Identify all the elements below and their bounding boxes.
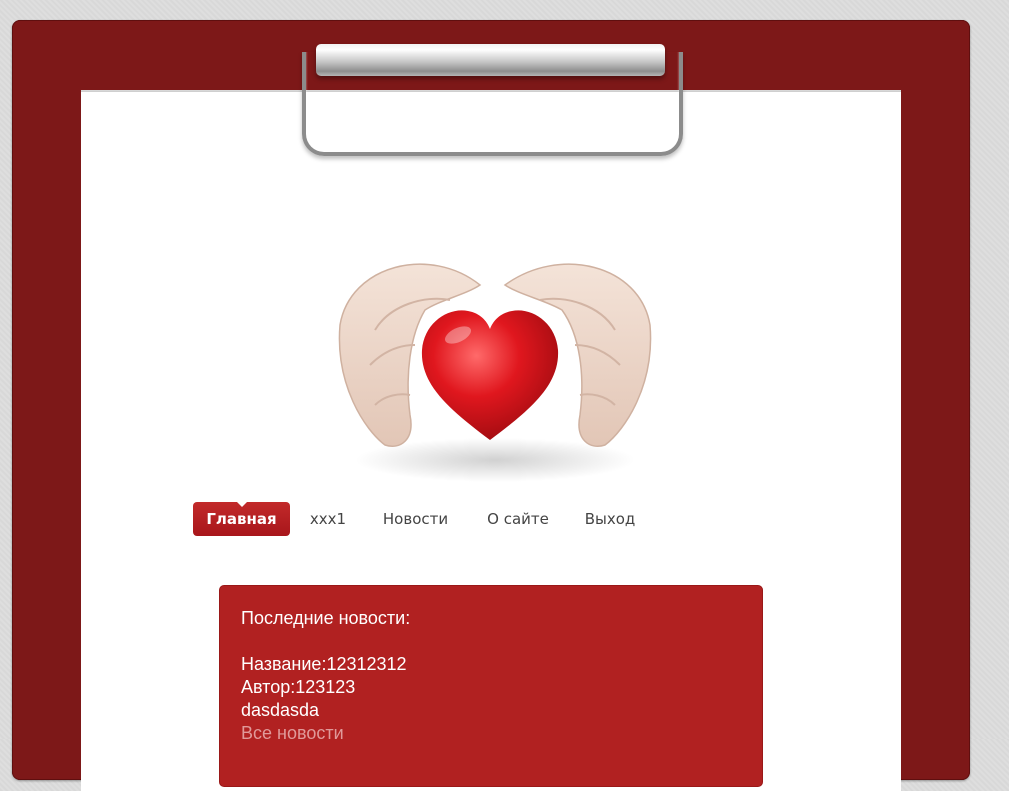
news-author: Автор:123123 [241, 677, 356, 697]
news-heading: Последние новости: [241, 608, 411, 628]
nav-item-xxx1[interactable]: xxx1 [303, 502, 353, 536]
heart-in-hands-icon [338, 263, 652, 482]
all-news-link[interactable]: Все новости [241, 723, 344, 744]
latest-news-panel: Последние новости: Название:12312312 Авт… [220, 586, 762, 786]
nav-item-logout[interactable]: Выход [581, 502, 639, 536]
news-title: Название:12312312 [241, 654, 407, 674]
nav-item-about[interactable]: О сайте [483, 502, 553, 536]
nav-item-home[interactable]: Главная [193, 501, 290, 536]
nav-item-news[interactable]: Новости [378, 502, 453, 536]
clip-bar [316, 44, 665, 76]
news-body: dasdasda [241, 700, 320, 720]
